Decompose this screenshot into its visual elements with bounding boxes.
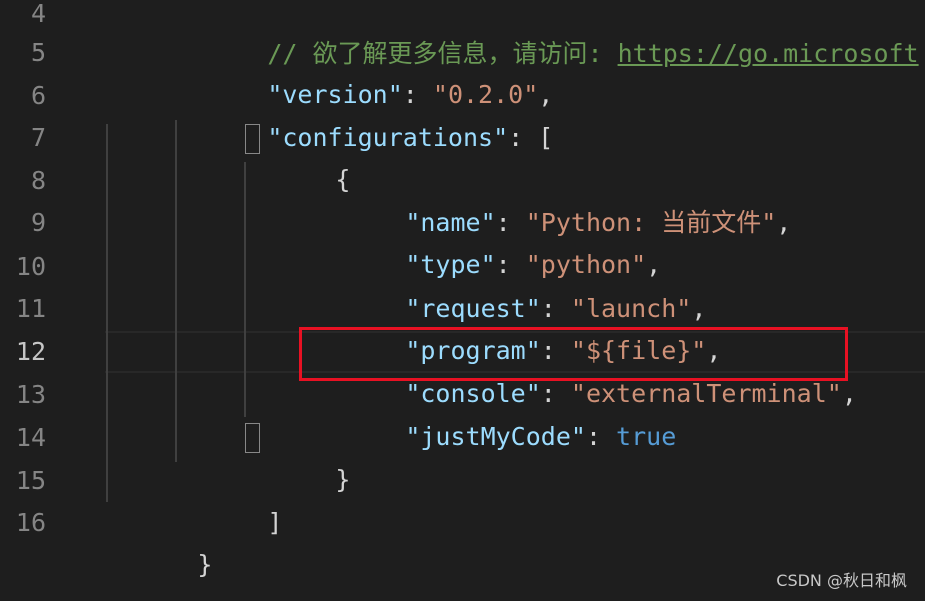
code-line-7: { xyxy=(245,117,350,194)
json-comma: , xyxy=(841,379,857,408)
json-comma: , xyxy=(776,208,792,237)
code-content[interactable]: // 欲了解更多信息，请访问: https://go.microsoft "ve… xyxy=(0,0,925,601)
json-array-close: ] xyxy=(267,508,283,537)
json-colon: : xyxy=(508,123,539,152)
json-object-close: } xyxy=(335,465,351,494)
json-boolean-value: true xyxy=(616,422,677,451)
code-line-5: "version": "0.2.0", xyxy=(177,32,553,109)
code-line-9: "type": "python", xyxy=(315,202,661,279)
code-line-16: } xyxy=(107,502,212,579)
json-object-close: } xyxy=(197,550,213,579)
code-line-4: // 欲了解更多信息，请访问: https://go.microsoft xyxy=(177,0,918,68)
code-line-15: ] xyxy=(177,460,282,537)
code-line-8: "name": "Python: 当前文件", xyxy=(315,160,791,237)
json-key: "justMyCode" xyxy=(405,422,586,451)
json-colon: : xyxy=(585,422,617,451)
code-line-11: "program": "${file}", xyxy=(315,288,721,365)
code-line-10: "request": "launch", xyxy=(315,246,706,323)
annotation-highlight-box xyxy=(299,327,848,381)
code-line-14: } xyxy=(245,417,350,494)
code-line-6: "configurations": [ xyxy=(177,75,553,152)
code-editor[interactable]: 4 5 6 7 8 9 10 11 12 13 14 15 16 // 欲了解更… xyxy=(0,0,925,601)
comment-link[interactable]: https://go.microsoft xyxy=(618,39,919,68)
json-array-open: [ xyxy=(538,123,554,152)
watermark: CSDN @秋日和枫 xyxy=(776,571,907,590)
